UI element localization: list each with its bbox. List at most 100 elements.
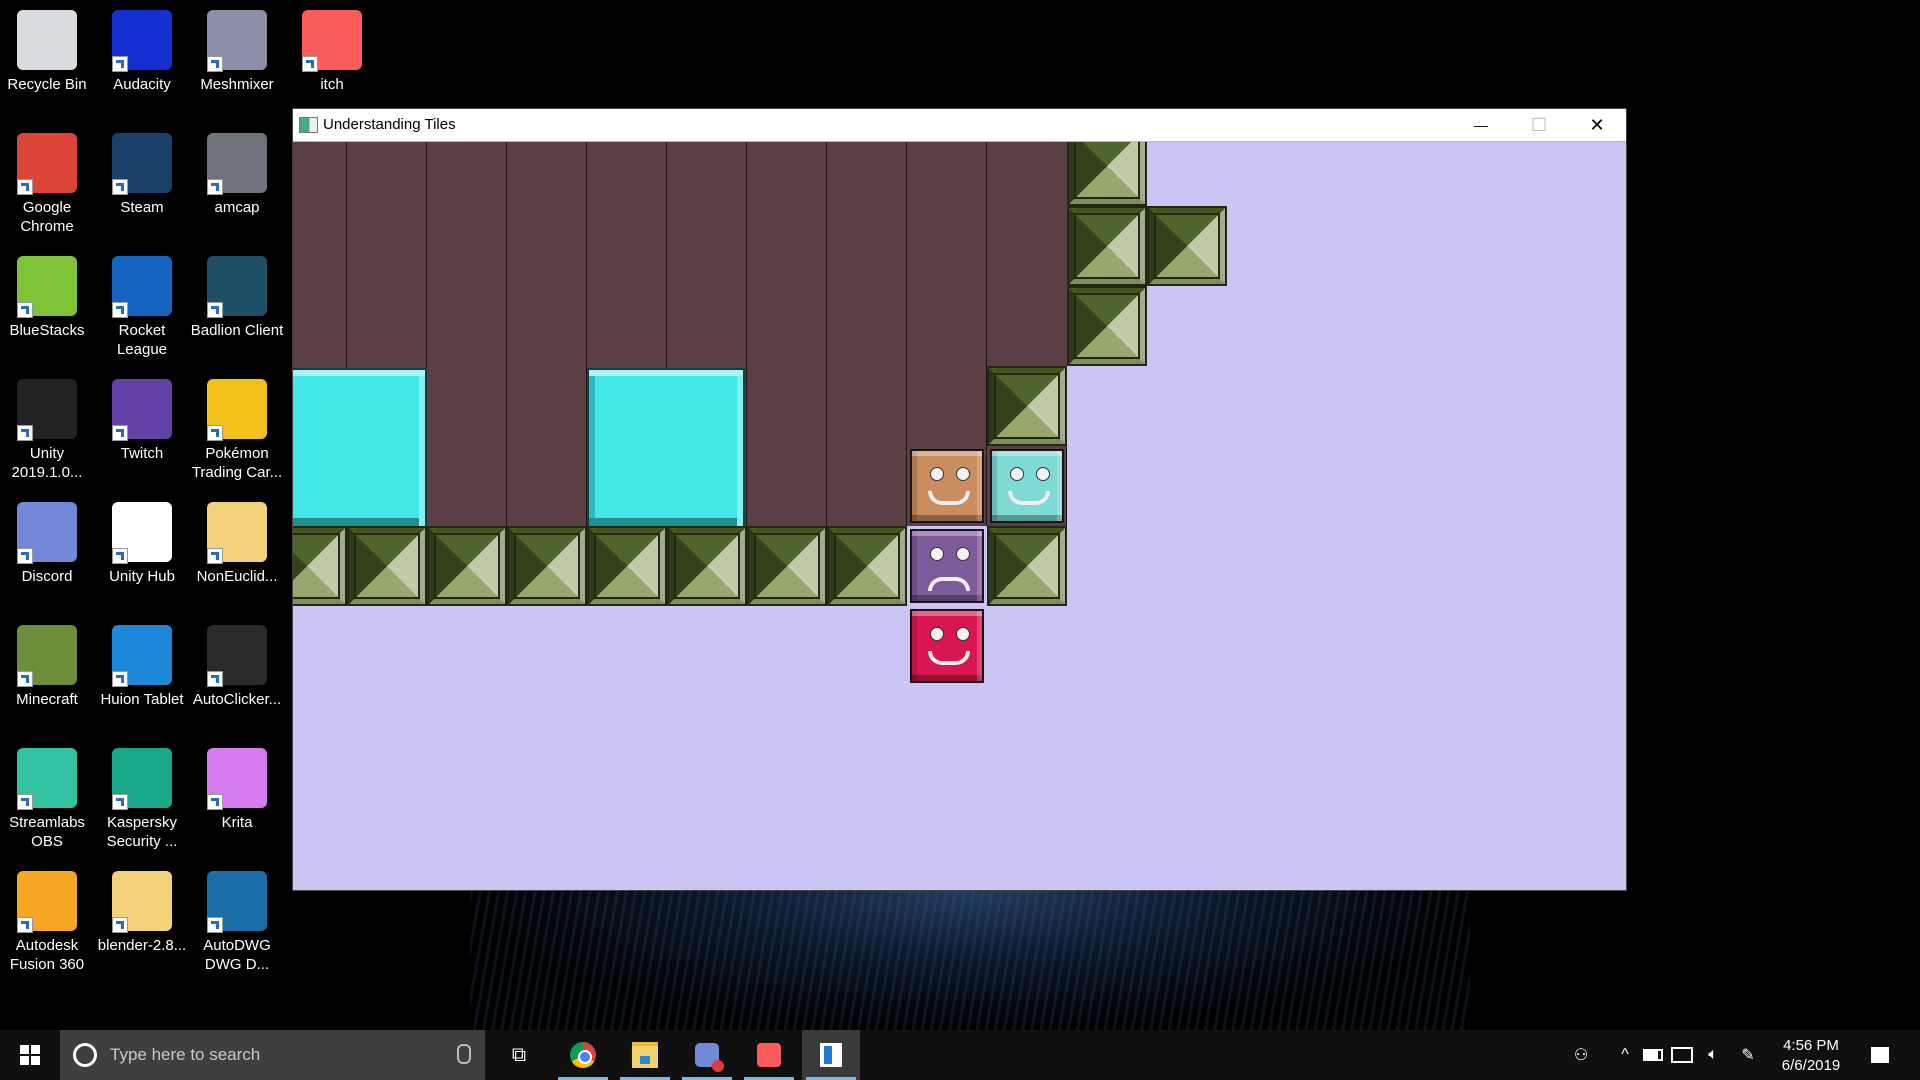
desktop-icon-autoclicker[interactable]: AutoClicker... — [190, 617, 284, 709]
desktop-icon-label: AutoDWG DWG D... — [203, 937, 271, 973]
desktop-icon-unity-2019-1-0[interactable]: Unity 2019.1.0... — [0, 371, 94, 482]
desktop-icon-label: Meshmixer — [200, 76, 274, 93]
minimize-icon: — — [1474, 117, 1488, 133]
shortcut-arrow-icon — [302, 56, 318, 72]
desktop-icon-autodwg-dwg-d[interactable]: AutoDWG DWG D... — [190, 863, 284, 974]
network-button[interactable] — [1668, 1030, 1696, 1080]
camera-icon — [207, 133, 267, 195]
game-window: Understanding Tiles — ☐ ✕ — [293, 109, 1626, 890]
desktop-icon-streamlabs-obs[interactable]: Streamlabs OBS — [0, 740, 94, 851]
task-view-button[interactable]: ⧉ — [490, 1030, 548, 1080]
maximize-button[interactable]: ☐ — [1510, 109, 1568, 141]
desktop-icon-label: Unity 2019.1.0... — [11, 445, 83, 481]
notifications-icon — [1871, 1047, 1889, 1063]
wallpaper-feathers — [470, 890, 1470, 1030]
game-viewport[interactable] — [293, 142, 1626, 890]
start-button[interactable] — [0, 1030, 60, 1080]
desktop-icon-recycle-bin[interactable]: Recycle Bin — [0, 2, 94, 94]
game-window-icon — [820, 1043, 842, 1067]
network-icon — [1671, 1047, 1693, 1063]
window-title: Understanding Tiles — [323, 116, 456, 133]
people-button[interactable]: ⚇ — [1566, 1030, 1596, 1080]
desktop-icon-label: Badlion Client — [190, 322, 284, 339]
shortcut-arrow-icon — [207, 56, 223, 72]
desktop-icon-label: Kaspersky Security ... — [106, 814, 178, 850]
green-ground-tile — [587, 526, 667, 606]
green-ground-tile — [987, 366, 1067, 446]
unity-hub-icon — [112, 502, 172, 564]
desktop-icon-noneuclid[interactable]: NonEuclid... — [190, 494, 284, 586]
action-center-button[interactable] — [1866, 1030, 1894, 1080]
taskbar-itch[interactable] — [740, 1030, 798, 1080]
search-placeholder: Type here to search — [110, 1045, 261, 1064]
windows-logo-icon — [20, 1045, 40, 1065]
cyan-block — [587, 368, 745, 528]
chrome-icon — [17, 133, 77, 195]
desktop-icon-autodesk-fusion-360[interactable]: Autodesk Fusion 360 — [0, 863, 94, 974]
discord-icon — [17, 502, 77, 564]
shortcut-arrow-icon — [207, 671, 223, 687]
desktop-icon-pok-mon-trading-car[interactable]: Pokémon Trading Car... — [190, 371, 284, 482]
desktop-icon-label: Discord — [21, 568, 73, 585]
desktop-icon-label: Minecraft — [16, 691, 78, 708]
clock[interactable]: 4:56 PM 6/6/2019 — [1768, 1036, 1854, 1076]
desktop-icon-label: NonEuclid... — [196, 568, 278, 585]
shortcut-arrow-icon — [207, 302, 223, 318]
shortcut-arrow-icon — [207, 548, 223, 564]
shortcut-arrow-icon — [112, 425, 128, 441]
desktop-icon-steam[interactable]: Steam — [95, 125, 189, 217]
taskbar-chrome[interactable] — [554, 1030, 612, 1080]
title-bar[interactable]: Understanding Tiles — ☐ ✕ — [293, 109, 1626, 142]
desktop-icon-audacity[interactable]: Audacity — [95, 2, 189, 94]
pen-icon: ✎ — [1741, 1047, 1755, 1064]
desktop-icon-google-chrome[interactable]: Google Chrome — [0, 125, 94, 236]
desktop-icon-minecraft[interactable]: Minecraft — [0, 617, 94, 709]
desktop-icon-amcap[interactable]: amcap — [190, 125, 284, 217]
search-box[interactable]: Type here to search — [60, 1030, 485, 1080]
shortcut-arrow-icon — [207, 917, 223, 933]
desktop-icon-label: Autodesk Fusion 360 — [9, 937, 85, 973]
desktop-icon-itch[interactable]: itch — [285, 2, 379, 94]
desktop-icon-twitch[interactable]: Twitch — [95, 371, 189, 463]
battery-button[interactable] — [1640, 1030, 1666, 1080]
desktop-icon-krita[interactable]: Krita — [190, 740, 284, 832]
pen-workspace-button[interactable]: ✎ — [1734, 1030, 1762, 1080]
close-icon: ✕ — [1589, 114, 1605, 135]
green-ground-tile — [293, 526, 347, 606]
volume-button[interactable]: 🔈︎ — [1700, 1030, 1726, 1080]
eye-icon — [956, 627, 970, 641]
unity-icon — [17, 379, 77, 441]
smile-mouth-icon — [928, 491, 970, 505]
desktop-icon-huion-tablet[interactable]: Huion Tablet — [95, 617, 189, 709]
chevron-up-icon: ^ — [1621, 1046, 1629, 1063]
minimize-button[interactable]: — — [1452, 109, 1510, 141]
fusion360-icon — [17, 871, 77, 933]
chrome-icon — [570, 1042, 596, 1068]
close-button[interactable]: ✕ — [1568, 109, 1626, 141]
mouse-icon — [207, 625, 267, 687]
shortcut-arrow-icon — [112, 917, 128, 933]
rocket-league-icon — [112, 256, 172, 318]
taskbar-file-explorer[interactable] — [616, 1030, 674, 1080]
desktop-icon-bluestacks[interactable]: BlueStacks — [0, 248, 94, 340]
desktop-icon-kaspersky-security[interactable]: Kaspersky Security ... — [95, 740, 189, 851]
desktop-icon-rocket-league[interactable]: Rocket League — [95, 248, 189, 359]
desktop-icon-badlion-client[interactable]: Badlion Client — [190, 248, 284, 340]
battery-icon — [1643, 1049, 1663, 1061]
shortcut-arrow-icon — [17, 794, 33, 810]
taskbar-understanding-tiles[interactable] — [802, 1030, 860, 1080]
microphone-icon[interactable] — [457, 1044, 471, 1064]
shortcut-arrow-icon — [112, 179, 128, 195]
show-hidden-icons-button[interactable]: ^ — [1612, 1030, 1638, 1080]
desktop-icon-label: itch — [320, 76, 344, 93]
desktop-icon-blender-2-8[interactable]: blender-2.8... — [95, 863, 189, 955]
pokemon-tcg-icon — [207, 379, 267, 441]
desktop-icon-discord[interactable]: Discord — [0, 494, 94, 586]
taskbar-discord[interactable] — [678, 1030, 736, 1080]
desktop-icon-unity-hub[interactable]: Unity Hub — [95, 494, 189, 586]
app-icon — [299, 117, 318, 133]
shortcut-arrow-icon — [112, 671, 128, 687]
desktop-icon-meshmixer[interactable]: Meshmixer — [190, 2, 284, 94]
shortcut-arrow-icon — [207, 425, 223, 441]
shortcut-arrow-icon — [112, 302, 128, 318]
